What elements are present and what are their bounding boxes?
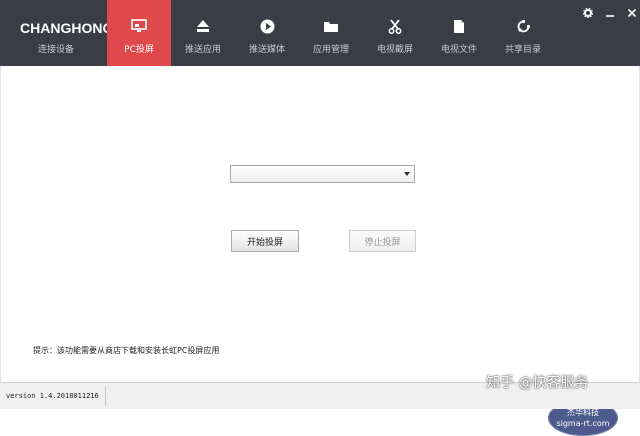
chevron-down-icon — [404, 172, 410, 176]
eject-icon — [195, 18, 211, 34]
tab-label: 共享目录 — [504, 45, 541, 55]
badge-website: sigma-rt.com — [556, 419, 610, 428]
tab-tv-screenshot[interactable]: 电视截屏 — [363, 0, 427, 66]
zhihu-watermark: 知乎 @快客服务 — [486, 375, 589, 391]
tab-label: 电视截屏 — [376, 45, 413, 55]
share-icon — [515, 18, 531, 34]
stop-cast-button[interactable]: 停止投屏 — [349, 230, 416, 252]
tab-label: 应用管理 — [312, 45, 349, 55]
monitor-icon — [131, 18, 147, 34]
scissors-icon — [387, 18, 403, 34]
tab-shared-directory[interactable]: 共享目录 — [491, 0, 555, 66]
start-cast-button[interactable]: 开始投屏 — [231, 230, 299, 252]
minimize-icon[interactable] — [604, 7, 616, 19]
changhong-logo: CHANGHONG — [20, 20, 114, 36]
tab-app-management[interactable]: 应用管理 — [299, 0, 363, 66]
version-text: version 1.4.2018011216 — [6, 392, 99, 400]
tab-label: 推送媒体 — [248, 45, 285, 55]
tab-label: PC投屏 — [124, 45, 154, 55]
hint-text: 提示：该功能需要从商店下载和安装长虹PC投屏应用 — [33, 346, 220, 355]
folder-icon — [323, 18, 339, 34]
play-icon — [259, 18, 275, 34]
tab-pc-cast[interactable]: PC投屏 — [107, 0, 171, 66]
tab-label: 电视文件 — [440, 45, 477, 55]
tab-push-media[interactable]: 推送媒体 — [235, 0, 299, 66]
app-window: CHANGHONG 连接设备 PC投屏 推送应用 推送媒体 应用管理 电视截屏 … — [0, 0, 640, 436]
gear-icon[interactable] — [582, 7, 594, 19]
tab-tv-files[interactable]: 电视文件 — [427, 0, 491, 66]
window-controls — [582, 7, 638, 19]
file-icon — [451, 18, 467, 34]
top-navigation-bar: CHANGHONG 连接设备 PC投屏 推送应用 推送媒体 应用管理 电视截屏 … — [0, 0, 640, 66]
status-divider — [105, 387, 106, 406]
pc-cast-panel: 开始投屏 停止投屏 提示：该功能需要从商店下载和安装长虹PC投屏应用 杰华科技 … — [0, 66, 640, 436]
tab-label: 推送应用 — [184, 45, 221, 55]
device-select-dropdown[interactable] — [230, 165, 415, 183]
connect-device-label: 连接设备 — [38, 45, 75, 55]
tab-push-app[interactable]: 推送应用 — [171, 0, 235, 66]
close-icon[interactable] — [626, 7, 638, 19]
brand-connect-device[interactable]: CHANGHONG 连接设备 — [0, 0, 113, 66]
